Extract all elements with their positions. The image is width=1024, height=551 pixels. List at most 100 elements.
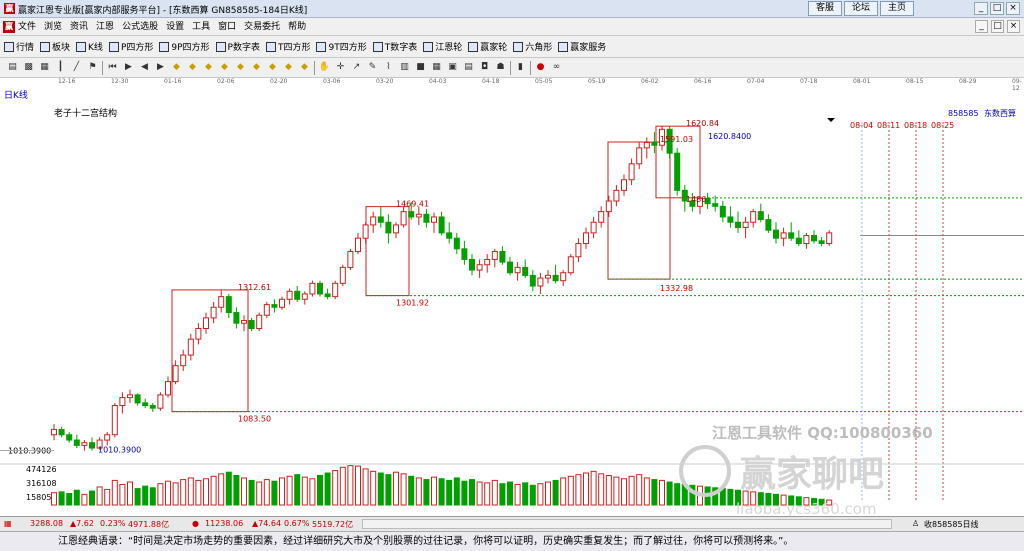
menu-help[interactable]: 帮助 xyxy=(288,21,306,33)
link-home[interactable]: 主页 xyxy=(880,1,915,16)
first-icon[interactable]: ⏮ xyxy=(106,61,119,74)
menu-file[interactable]: 文件 xyxy=(18,21,36,33)
book-icon[interactable]: ▤ xyxy=(462,61,475,74)
toolbar-button-7[interactable]: 9T四方形 xyxy=(316,40,367,53)
forward-icon[interactable]: ▶ xyxy=(154,61,167,74)
candle-body xyxy=(385,221,392,234)
toolbar-button-9[interactable]: 江恩轮 xyxy=(423,40,462,53)
date-tick: 12-16 xyxy=(58,78,76,85)
minimize-button[interactable]: _ xyxy=(974,2,988,15)
mdi-restore-button[interactable]: □ xyxy=(991,20,1004,33)
candle-body xyxy=(157,394,164,409)
draw-icon[interactable]: ✎ xyxy=(366,61,379,74)
volume-bar xyxy=(294,474,301,506)
menu-formula[interactable]: 公式选股 xyxy=(122,21,158,33)
dropdown-arrow-icon[interactable] xyxy=(827,118,835,122)
menu-gann[interactable]: 江恩 xyxy=(96,21,114,33)
car-icon[interactable]: ◘ xyxy=(478,61,491,74)
diamond-icon[interactable]: ◆ xyxy=(202,61,215,74)
mdi-close-button[interactable]: × xyxy=(1007,20,1020,33)
volume-bar xyxy=(537,483,544,506)
toolbar-button-2[interactable]: K线 xyxy=(76,40,103,53)
status-scrollbar[interactable] xyxy=(362,519,892,529)
hand-icon[interactable]: ✋ xyxy=(318,61,331,74)
square-icon[interactable]: ■ xyxy=(414,61,427,74)
candle-icon[interactable]: ▮ xyxy=(514,61,527,74)
infinity-icon[interactable]: ∞ xyxy=(550,61,563,74)
candle-body xyxy=(491,250,498,260)
candle-body xyxy=(575,243,582,258)
mdi-minimize-button[interactable]: _ xyxy=(975,20,988,33)
link-support[interactable]: 客服 xyxy=(808,1,843,16)
toolbar-button-11[interactable]: 六角形 xyxy=(513,40,552,53)
diamond-icon[interactable]: ◆ xyxy=(298,61,311,74)
line-icon[interactable]: ╱ xyxy=(70,61,83,74)
toolbar-button-0[interactable]: 行情 xyxy=(4,40,34,53)
future-date-label: 08-25 xyxy=(931,121,954,130)
volume-bar xyxy=(514,484,521,506)
menu-window[interactable]: 窗口 xyxy=(218,21,236,33)
toolbar-button-6[interactable]: T四方形 xyxy=(265,40,310,53)
volume-bar xyxy=(431,476,437,506)
toolbar-button-10[interactable]: 赢家轮 xyxy=(468,40,507,53)
diamond-icon[interactable]: ◆ xyxy=(234,61,247,74)
volume-bar xyxy=(263,479,270,506)
cross-icon[interactable]: ✛ xyxy=(334,61,347,74)
bar-icon[interactable]: ┃ xyxy=(54,61,67,74)
menu-tools[interactable]: 工具 xyxy=(192,21,210,33)
flag-icon[interactable]: ⚑ xyxy=(86,61,99,74)
volume-bar xyxy=(567,475,574,506)
candle-body xyxy=(552,274,559,282)
zigzag-icon[interactable]: ⌇ xyxy=(382,61,395,74)
toolbar-button-5[interactable]: P数字表 xyxy=(215,40,260,53)
menu-settings[interactable]: 设置 xyxy=(166,21,184,33)
candle-body xyxy=(522,266,529,276)
toolbar-button-1[interactable]: 板块 xyxy=(40,40,70,53)
chart-name: 东数西算 xyxy=(984,108,1016,118)
back-icon[interactable]: ◀ xyxy=(138,61,151,74)
toolbar-separator xyxy=(314,60,315,75)
volume-bar xyxy=(134,488,141,506)
volume-bar xyxy=(286,475,293,506)
diamond-icon[interactable]: ◆ xyxy=(218,61,231,74)
table-icon[interactable]: ▦ xyxy=(430,61,443,74)
date-tick: 02-20 xyxy=(270,78,288,85)
idx1-value[interactable]: 3288.08 xyxy=(30,519,63,528)
volume-bar xyxy=(408,475,415,506)
diamond-icon[interactable]: ◆ xyxy=(170,61,183,74)
circle-icon[interactable]: ● xyxy=(534,61,547,74)
candle-body xyxy=(674,152,681,191)
menu-browse[interactable]: 浏览 xyxy=(44,21,62,33)
play-icon[interactable]: ▶ xyxy=(122,61,135,74)
chart2-icon[interactable]: ▥ xyxy=(398,61,411,74)
people-icon[interactable]: ☗ xyxy=(494,61,507,74)
date-tick: 08-29 xyxy=(959,78,977,85)
toolbar-button-3[interactable]: P四方形 xyxy=(108,40,153,53)
close-button[interactable]: × xyxy=(1006,2,1020,15)
candle-body xyxy=(811,235,817,242)
link-forum[interactable]: 论坛 xyxy=(844,1,879,16)
toolbar-button-8[interactable]: T数字表 xyxy=(372,40,417,53)
calendar-icon[interactable]: ▦ xyxy=(38,61,51,74)
diamond-icon[interactable]: ◆ xyxy=(186,61,199,74)
winner-wheel-icon xyxy=(468,41,479,52)
diamond-icon[interactable]: ◆ xyxy=(250,61,263,74)
toolbar-button-12[interactable]: 赢家服务 xyxy=(558,40,606,53)
menu-trade[interactable]: 交易委托 xyxy=(244,21,280,33)
calc-icon[interactable]: ▣ xyxy=(446,61,459,74)
menu-icon[interactable]: ▤ xyxy=(6,61,19,74)
volume-bar xyxy=(127,481,133,506)
maximize-button[interactable]: □ xyxy=(990,2,1004,15)
chart-icon[interactable]: ▩ xyxy=(22,61,35,74)
idx2-value[interactable]: 11238.06 xyxy=(205,519,243,528)
quote-marquee: 江恩经典语录：“时间是决定市场走势的重要因素，经过详细研究大市及个别股票的过往记… xyxy=(0,531,1024,551)
menu-news[interactable]: 资讯 xyxy=(70,21,88,33)
candle-body xyxy=(598,211,605,223)
arrow-icon[interactable]: ↗ xyxy=(350,61,363,74)
diamond-icon[interactable]: ◆ xyxy=(282,61,295,74)
idx2-pct: 0.67% xyxy=(284,519,310,528)
9p-square-icon xyxy=(159,41,170,52)
toolbar-button-4[interactable]: 9P四方形 xyxy=(159,40,210,53)
kline-chart[interactable]: 老子十二宫结构 858585 东数西算 08-04 08-11 08-18 08-25 162… xyxy=(0,98,1024,516)
diamond-icon[interactable]: ◆ xyxy=(266,61,279,74)
